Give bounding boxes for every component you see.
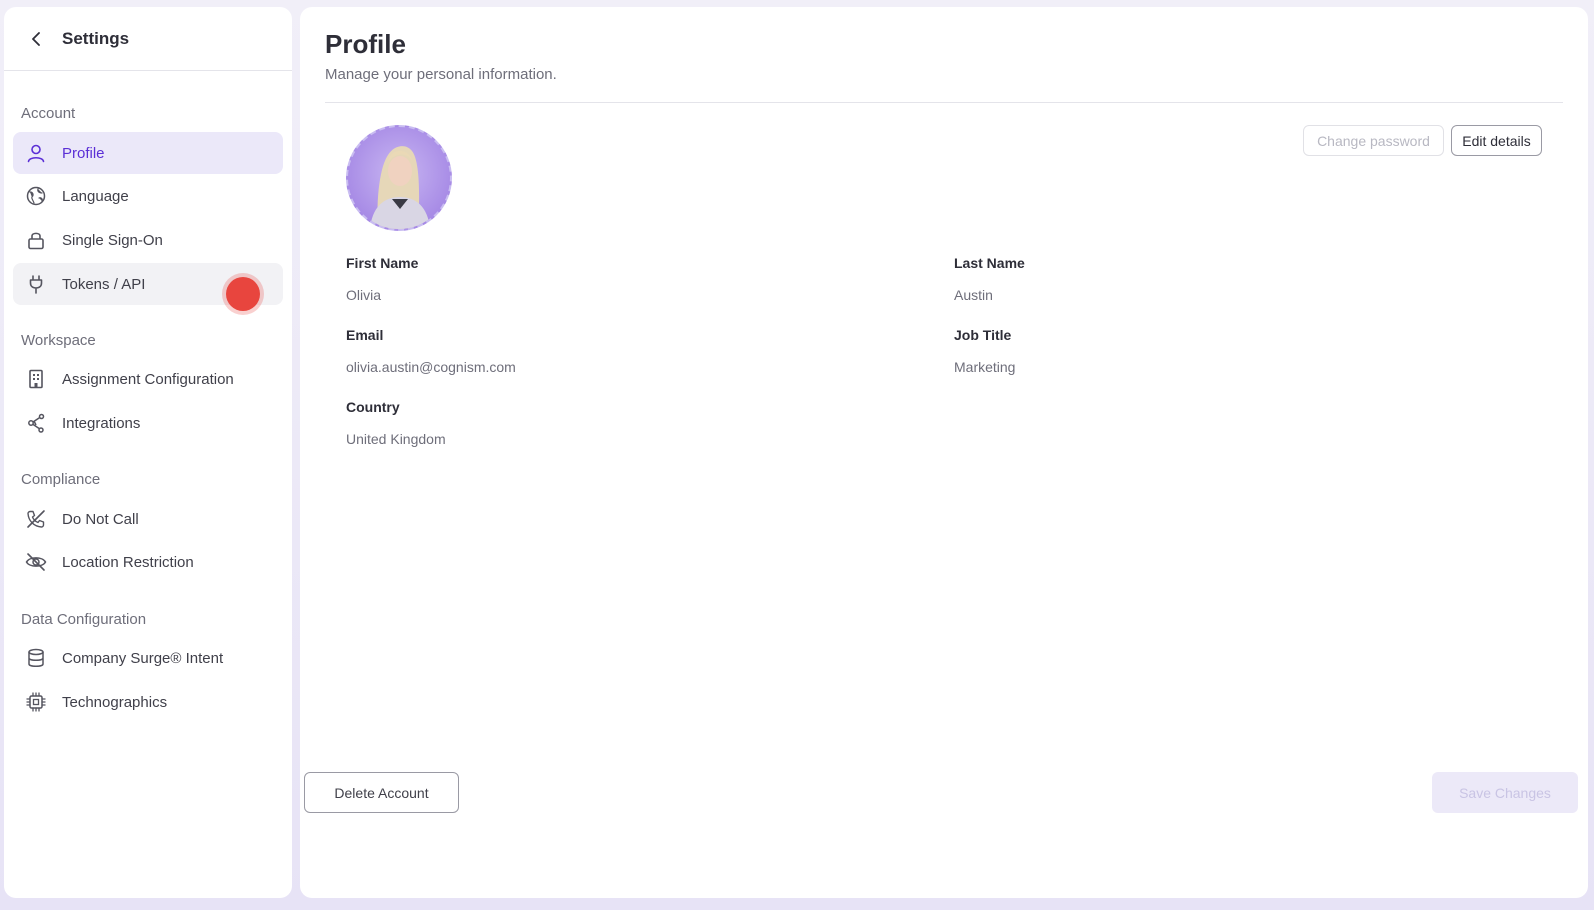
country-label: Country (346, 399, 400, 415)
sidebar-item-label: Language (62, 187, 129, 205)
sidebar-title: Settings (62, 28, 130, 48)
eye-off-icon (25, 551, 47, 573)
building-icon (25, 368, 47, 390)
globe-icon (25, 185, 47, 207)
profile-panel: Profile Manage your personal information… (300, 7, 1588, 898)
sidebar-header: Settings (4, 7, 292, 71)
sidebar-item-assignment-configuration[interactable]: Assignment Configuration (13, 358, 283, 400)
first-name-label: First Name (346, 255, 419, 271)
sidebar-item-label: Tokens / API (62, 275, 146, 293)
plug-icon (25, 273, 47, 295)
email-label: Email (346, 327, 384, 343)
job-title-value: Marketing (954, 359, 1016, 375)
sidebar-item-do-not-call[interactable]: Do Not Call (13, 498, 283, 540)
page-title: Profile (325, 29, 406, 59)
section-label-workspace: Workspace (21, 332, 96, 349)
sidebar-item-label: Profile (62, 144, 105, 162)
sidebar-item-technographics[interactable]: Technographics (13, 681, 283, 723)
sidebar-item-label: Do Not Call (62, 510, 139, 528)
email-value: olivia.austin@cognism.com (346, 359, 516, 375)
last-name-label: Last Name (954, 255, 1025, 271)
section-label-account: Account (21, 105, 76, 122)
sidebar-item-label: Location Restriction (62, 553, 194, 571)
first-name-value: Olivia (346, 287, 382, 303)
job-title-label: Job Title (954, 327, 1012, 343)
sidebar-item-label: Company Surge® Intent (62, 649, 224, 667)
edit-details-button[interactable]: Edit details (1451, 125, 1542, 156)
divider (325, 102, 1563, 103)
country-value: United Kingdom (346, 431, 446, 447)
phone-off-icon (25, 508, 47, 530)
avatar-photo-icon (370, 146, 430, 229)
save-changes-button[interactable]: Save Changes (1432, 772, 1578, 813)
sidebar-item-label: Technographics (62, 693, 168, 711)
database-icon (25, 647, 47, 669)
page-subtitle: Manage your personal information. (325, 66, 557, 83)
chip-icon (25, 691, 47, 713)
delete-account-button[interactable]: Delete Account (304, 772, 459, 813)
sidebar-item-label: Assignment Configuration (62, 370, 234, 388)
last-name-value: Austin (954, 287, 993, 303)
sidebar-item-label: Single Sign-On (62, 231, 163, 249)
section-label-data-configuration: Data Configuration (21, 611, 147, 628)
section-label-compliance: Compliance (21, 471, 101, 488)
sidebar-item-location-restriction[interactable]: Location Restriction (13, 541, 283, 583)
app-frame: Settings Account Profile Language Single… (0, 0, 1594, 910)
sidebar-item-company-surge-intent[interactable]: Company Surge® Intent (13, 637, 283, 679)
avatar[interactable] (346, 125, 452, 231)
sidebar-item-label: Integrations (62, 414, 141, 432)
sidebar-item-tokens-api[interactable]: Tokens / API (13, 263, 283, 311)
settings-sidebar: Settings Account Profile Language Single… (4, 7, 292, 898)
back-arrow-icon[interactable] (26, 28, 48, 50)
lock-icon (25, 229, 47, 251)
sidebar-item-language[interactable]: Language (13, 175, 283, 217)
share-icon (25, 412, 47, 434)
user-icon (25, 142, 47, 164)
click-indicator (226, 277, 260, 311)
sidebar-item-profile[interactable]: Profile (13, 132, 283, 174)
sidebar-item-single-sign-on[interactable]: Single Sign-On (13, 219, 283, 261)
sidebar-item-integrations[interactable]: Integrations (13, 402, 283, 444)
change-password-button[interactable]: Change password (1303, 125, 1444, 156)
